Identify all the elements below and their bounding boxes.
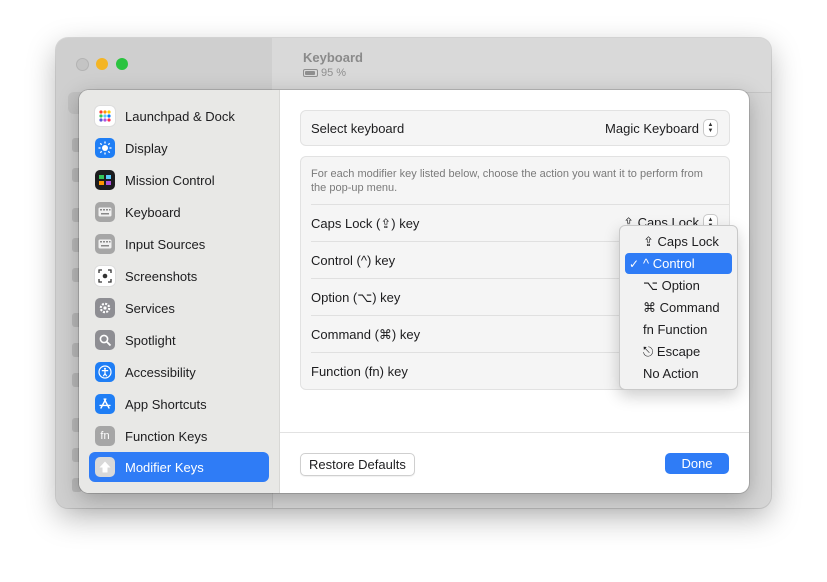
sidebar-item-launchpad-dock[interactable]: Launchpad & Dock bbox=[89, 101, 269, 131]
minimize-button[interactable] bbox=[96, 58, 108, 70]
menu-item-function[interactable]: fn Function bbox=[625, 319, 732, 340]
menu-item-option[interactable]: ⌥ Option bbox=[625, 275, 732, 296]
sidebar-item-input-sources[interactable]: Input Sources bbox=[89, 229, 269, 259]
sidebar-item-display[interactable]: Display bbox=[89, 133, 269, 163]
sidebar-item-label: Launchpad & Dock bbox=[125, 108, 235, 124]
sidebar-item-label: Accessibility bbox=[125, 364, 196, 380]
keyboard-popup[interactable]: Magic Keyboard ▲ ▼ bbox=[605, 120, 717, 136]
command-label: Command (⌘) key bbox=[311, 327, 421, 342]
keyboard-popup-value: Magic Keyboard bbox=[605, 120, 699, 136]
sidebar-item-app-shortcuts[interactable]: App Shortcuts bbox=[89, 389, 269, 419]
sidebar-item-label: Spotlight bbox=[125, 332, 176, 348]
sheet-sidebar: Launchpad & Dock Display Mission Control… bbox=[79, 90, 280, 493]
app-store-icon bbox=[95, 394, 115, 414]
close-button[interactable] bbox=[76, 58, 89, 71]
keyboard-icon bbox=[95, 202, 115, 222]
menu-item-command[interactable]: ⌘ Command bbox=[625, 297, 732, 318]
battery-level: 95 % bbox=[321, 67, 347, 79]
sidebar-item-accessibility[interactable]: Accessibility bbox=[89, 357, 269, 387]
sidebar-item-label: Display bbox=[125, 140, 168, 156]
checkmark-icon: ✓ bbox=[629, 256, 640, 271]
launchpad-icon bbox=[95, 106, 115, 126]
sidebar-item-mission-control[interactable]: Mission Control bbox=[89, 165, 269, 195]
sidebar-item-label: Function Keys bbox=[125, 428, 208, 444]
footer-divider bbox=[280, 432, 749, 433]
menu-item-escape[interactable]: ⎋ Escape bbox=[625, 341, 732, 362]
sidebar-item-function-keys[interactable]: fn Function Keys bbox=[89, 421, 269, 451]
sidebar-item-keyboard[interactable]: Keyboard bbox=[89, 197, 269, 227]
option-label: Option (⌥) key bbox=[311, 290, 401, 305]
zoom-button[interactable] bbox=[116, 58, 128, 70]
mission-control-icon bbox=[95, 170, 115, 190]
menu-item-control[interactable]: ✓ ^ Control bbox=[625, 253, 732, 274]
restore-defaults-button[interactable]: Restore Defaults bbox=[300, 453, 415, 476]
caps-lock-label: Caps Lock (⇪) key bbox=[311, 216, 420, 231]
sidebar-item-spotlight[interactable]: Spotlight bbox=[89, 325, 269, 355]
screenshot-icon bbox=[95, 266, 115, 286]
sidebar-item-label: Screenshots bbox=[125, 268, 198, 284]
select-keyboard-row: Select keyboard Magic Keyboard ▲ ▼ bbox=[300, 110, 730, 146]
display-icon bbox=[95, 138, 115, 158]
menu-item-caps-lock[interactable]: ⇪ Caps Lock bbox=[625, 231, 732, 252]
arrow-up-icon bbox=[95, 457, 115, 477]
menu-item-no-action[interactable]: No Action bbox=[625, 363, 732, 384]
select-keyboard-label: Select keyboard bbox=[311, 121, 405, 136]
battery-status: 95 % bbox=[303, 67, 346, 79]
spotlight-icon bbox=[95, 330, 115, 350]
gear-icon bbox=[95, 298, 115, 318]
window-title: Keyboard bbox=[303, 50, 363, 65]
sidebar-item-label: Input Sources bbox=[125, 236, 206, 252]
battery-icon bbox=[303, 69, 318, 77]
sidebar-item-screenshots[interactable]: Screenshots bbox=[89, 261, 269, 291]
modifier-description: For each modifier key listed below, choo… bbox=[311, 168, 703, 194]
control-label: Control (^) key bbox=[311, 253, 396, 268]
modifier-action-menu: ⇪ Caps Lock ✓ ^ Control ⌥ Option ⌘ Comma… bbox=[619, 225, 738, 390]
sidebar-item-label: App Shortcuts bbox=[125, 396, 207, 412]
sidebar-item-label: Services bbox=[125, 300, 175, 316]
accessibility-icon bbox=[95, 362, 115, 382]
done-button[interactable]: Done bbox=[665, 453, 729, 474]
up-down-chevron-icon: ▲▼ bbox=[704, 120, 717, 136]
keyboard-icon bbox=[95, 234, 115, 254]
sidebar-item-label: Keyboard bbox=[125, 204, 181, 220]
sidebar-item-label: Mission Control bbox=[125, 172, 215, 188]
sidebar-item-modifier-keys[interactable]: Modifier Keys bbox=[89, 452, 269, 482]
window-header bbox=[272, 38, 771, 93]
sidebar-item-label: Modifier Keys bbox=[125, 459, 204, 475]
function-label: Function (fn) key bbox=[311, 364, 408, 379]
row-divider bbox=[311, 204, 729, 205]
sidebar-item-services[interactable]: Services bbox=[89, 293, 269, 323]
fn-icon: fn bbox=[95, 426, 115, 446]
